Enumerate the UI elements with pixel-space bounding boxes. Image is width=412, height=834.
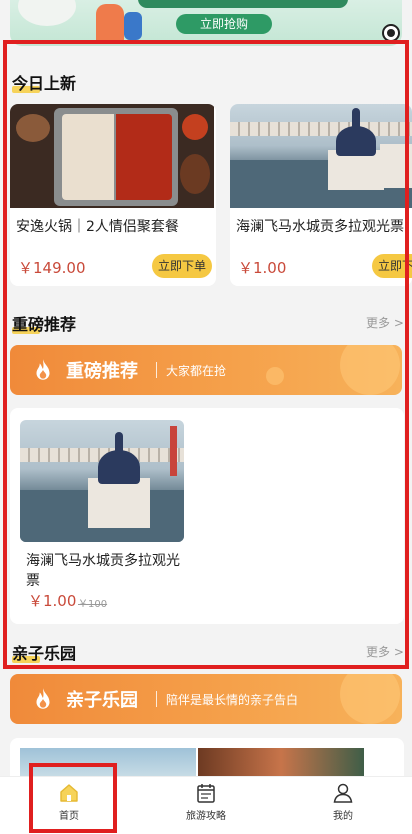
section-title-text: 重磅推荐	[12, 315, 77, 334]
home-icon	[60, 784, 78, 802]
promo-title: 重磅推荐	[66, 361, 138, 382]
banner-decoration	[18, 0, 76, 26]
section-title-text: 今日上新	[12, 74, 77, 93]
nav-label: 旅游攻略	[186, 811, 226, 822]
target-icon[interactable]	[382, 24, 400, 42]
featured-price: ￥1.00	[28, 592, 77, 610]
section-title-recommend: 重磅推荐	[12, 311, 76, 335]
section-title-text: 亲子乐园	[12, 644, 77, 663]
banner-figure-2	[124, 12, 142, 40]
product-image-castle	[230, 104, 412, 208]
family-card-image[interactable]	[20, 748, 196, 778]
more-link-family[interactable]: 更多 >	[366, 643, 404, 660]
featured-name-line2: 票	[26, 573, 40, 589]
bottom-nav-bar: 首页 旅游攻略 我的	[0, 776, 412, 834]
calendar-icon	[197, 784, 215, 803]
product-card-hotpot[interactable]: 安逸火锅｜2人情侣聚套餐 ￥149.00 立即下单	[10, 104, 216, 286]
promo-decoration	[340, 345, 400, 395]
image-detail	[328, 150, 384, 190]
promo-title: 亲子乐园	[66, 690, 138, 711]
flame-icon	[36, 688, 50, 709]
promo-decoration	[266, 367, 284, 385]
nav-profile[interactable]: 我的	[293, 777, 393, 834]
order-now-button[interactable]: 立即下单	[372, 254, 412, 278]
promo-subtitle: 大家都在抢	[166, 364, 227, 378]
promo-divider	[156, 691, 157, 707]
product-price: ￥149.00	[18, 259, 86, 277]
user-icon	[333, 783, 353, 803]
family-cards-row	[10, 738, 404, 778]
banner-title-strip	[138, 0, 348, 8]
product-name: 海澜飞马水城贡多拉观光票	[236, 219, 404, 235]
more-link-recommend[interactable]: 更多 >	[366, 314, 404, 331]
image-detail	[116, 114, 172, 200]
nav-travel-guide[interactable]: 旅游攻略	[156, 777, 256, 834]
image-detail	[115, 432, 123, 454]
image-detail	[98, 450, 140, 484]
image-detail	[88, 478, 150, 528]
featured-name-line1: 海澜飞马水城贡多拉观光	[26, 553, 180, 569]
image-detail	[352, 108, 360, 130]
promo-banner-recommend[interactable]: 重磅推荐 大家都在抢	[10, 345, 402, 395]
top-promo-banner[interactable]: 立即抢购	[10, 0, 402, 46]
order-now-button[interactable]: 立即下单	[152, 254, 212, 278]
featured-product-card[interactable]: 海澜飞马水城贡多拉观光 票 ￥1.00 ￥100	[10, 408, 404, 624]
buy-now-button[interactable]: 立即抢购	[176, 14, 272, 34]
image-detail	[380, 144, 412, 188]
promo-banner-family[interactable]: 亲子乐园 陪伴是最长情的亲子告白	[10, 674, 402, 724]
nav-home[interactable]: 首页	[19, 777, 119, 834]
promo-decoration	[340, 674, 400, 724]
family-card-image[interactable]	[198, 748, 364, 778]
product-price: ￥1.00	[238, 259, 287, 277]
featured-original-price: ￥100	[78, 599, 108, 610]
image-detail	[336, 126, 376, 156]
image-detail	[16, 114, 50, 142]
section-title-new-today: 今日上新	[12, 70, 76, 94]
featured-image-castle	[20, 420, 184, 542]
image-detail	[182, 114, 208, 140]
image-detail	[170, 426, 177, 476]
banner-figure	[96, 4, 124, 44]
nav-label: 我的	[333, 811, 353, 822]
image-detail	[180, 154, 210, 194]
product-name: 安逸火锅｜2人情侣聚套餐	[16, 219, 179, 235]
promo-divider	[156, 362, 157, 378]
promo-subtitle: 陪伴是最长情的亲子告白	[166, 693, 299, 707]
image-detail	[62, 114, 114, 200]
flame-icon	[36, 359, 50, 380]
product-image-hotpot	[10, 104, 214, 208]
section-title-family: 亲子乐园	[12, 640, 76, 664]
image-detail	[230, 122, 412, 136]
product-card-castle[interactable]: 海澜飞马水城贡多拉观光票 ￥1.00 立即下单	[230, 104, 412, 286]
nav-label: 首页	[59, 811, 79, 822]
